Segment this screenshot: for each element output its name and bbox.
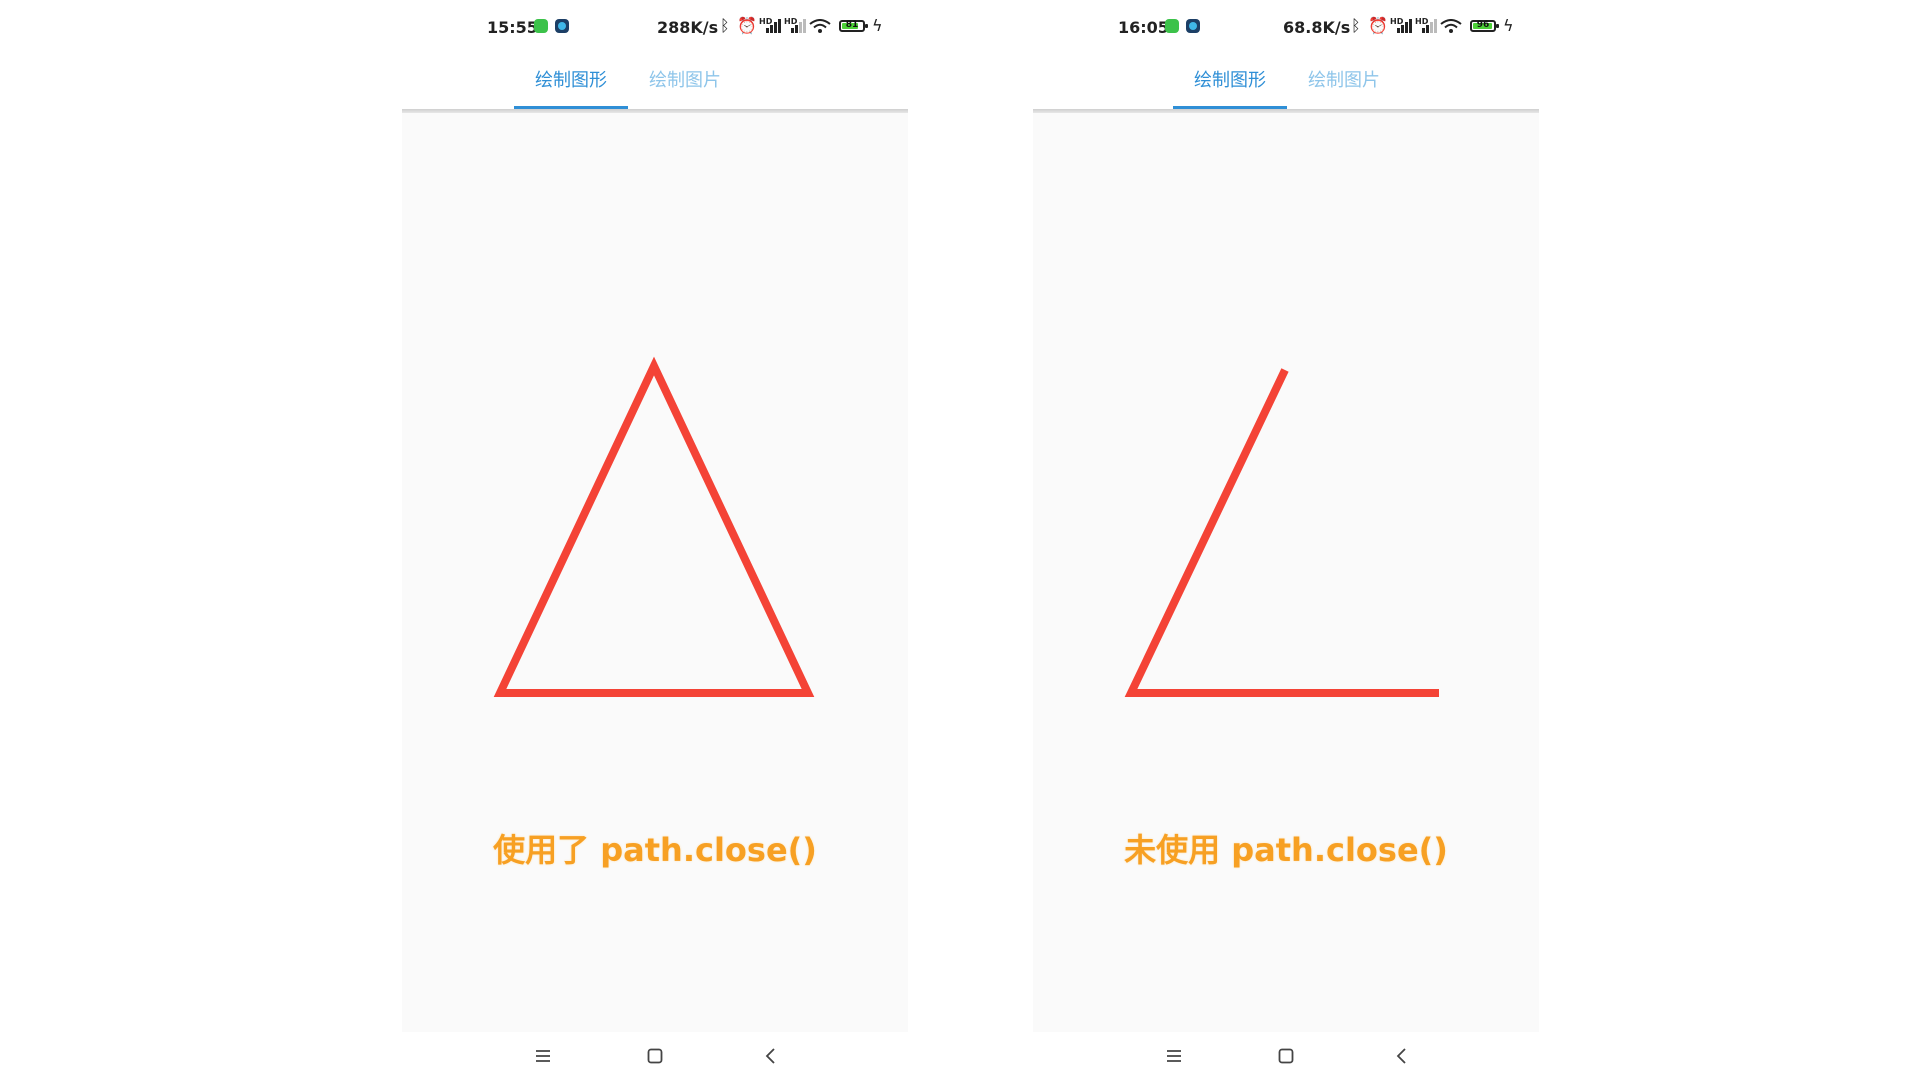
alarm-icon: ⏰ [737,16,757,35]
hd-signal-icon: HD [1390,17,1412,33]
status-bar: 15:55 288K/s ᛒ ⏰ HD HD 81 ϟ [402,0,908,52]
back-icon[interactable] [759,1046,783,1066]
notification-app-icon [555,19,569,33]
caption: 未使用 path.close() [1124,831,1448,869]
menu-icon[interactable] [1162,1046,1186,1066]
tab-bar: 绘制图形 绘制图片 [1033,52,1539,109]
caption: 使用了 path.close() [493,831,817,869]
back-icon[interactable] [1390,1046,1414,1066]
drawing-canvas: 使用了 path.close() [402,113,908,1032]
charging-icon: ϟ [872,16,883,35]
status-time: 15:55 [487,18,538,37]
charging-icon: ϟ [1503,16,1514,35]
tab-draw-shape[interactable]: 绘制图形 [514,66,628,92]
status-bar: 16:05 68.8K/s ᛒ ⏰ HD HD 96 ϟ [1033,0,1539,52]
battery-level: 81 [845,20,859,30]
open-path [1124,368,1439,697]
alarm-icon: ⏰ [1368,16,1388,35]
bluetooth-icon: ᛒ [1351,16,1361,35]
tab-draw-image[interactable]: 绘制图片 [1287,66,1401,92]
notification-app-icon [534,19,548,33]
menu-icon[interactable] [531,1046,555,1066]
wifi-icon [809,19,831,33]
network-speed: 68.8K/s [1283,18,1351,37]
tab-bar: 绘制图形 绘制图片 [402,52,908,109]
wifi-icon [1440,19,1462,33]
battery-icon: 81 [839,20,868,32]
battery-icon: 96 [1470,20,1499,32]
status-time: 16:05 [1118,18,1169,37]
drawing-canvas: 未使用 path.close() [1033,113,1539,1032]
phone-screen-closed: 15:55 288K/s ᛒ ⏰ HD HD 81 ϟ 绘制图形 绘制图片 使用… [402,0,908,1080]
hd-signal-icon: HD [759,17,781,33]
nav-bar [402,1032,908,1080]
battery-level: 96 [1476,20,1490,30]
home-icon[interactable] [643,1046,667,1066]
notification-app-icon [1186,19,1200,33]
tab-draw-image[interactable]: 绘制图片 [628,66,742,92]
network-speed: 288K/s [657,18,719,37]
hd-signal-icon: HD [784,17,806,33]
tab-draw-shape[interactable]: 绘制图形 [1173,66,1287,92]
closed-triangle-path [493,356,815,697]
nav-bar [1033,1032,1539,1080]
hd-signal-icon: HD [1415,17,1437,33]
home-icon[interactable] [1274,1046,1298,1066]
notification-app-icon [1165,19,1179,33]
phone-screen-open: 16:05 68.8K/s ᛒ ⏰ HD HD 96 ϟ 绘制图形 绘制图片 未… [1033,0,1539,1080]
bluetooth-icon: ᛒ [720,16,730,35]
